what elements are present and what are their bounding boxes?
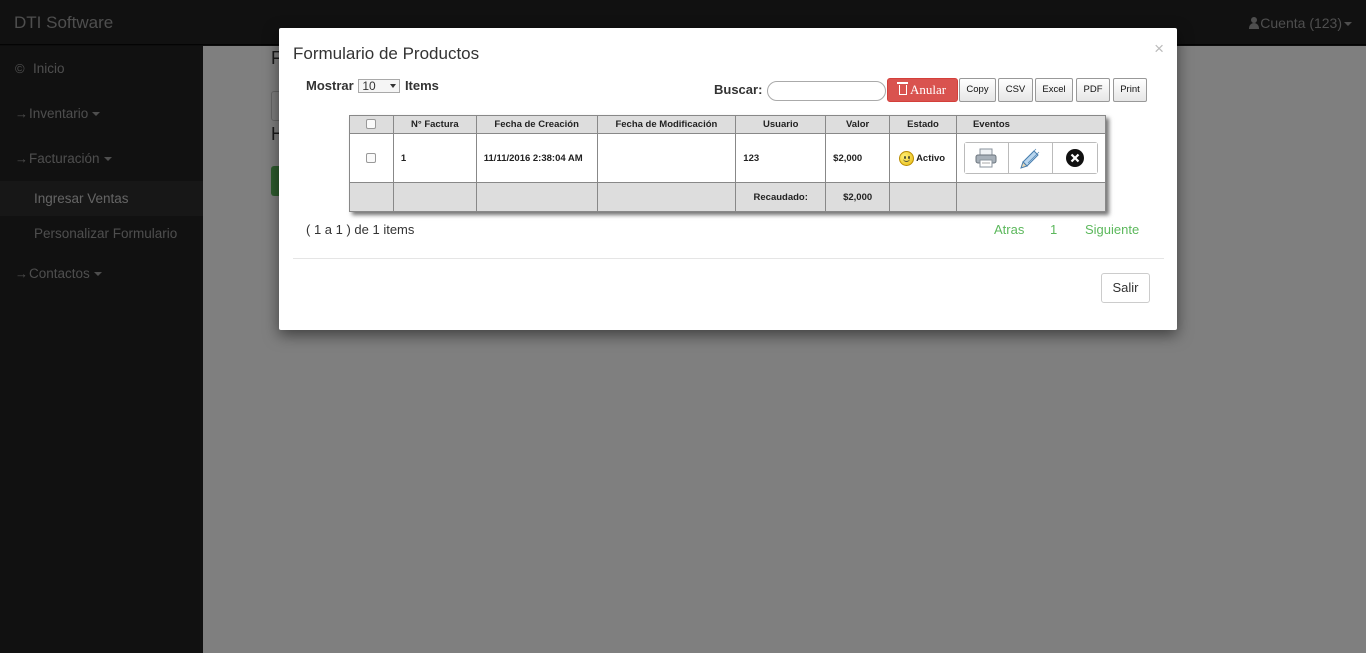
column-header[interactable]: Fecha de Creación bbox=[475, 115, 598, 134]
csv-button[interactable]: CSV bbox=[998, 78, 1033, 102]
anular-label: Anular bbox=[909, 82, 947, 97]
page-length-control: Mostrar 10 Items bbox=[306, 78, 439, 93]
created-date-cell: 11/11/2016 2:38:04 AM bbox=[475, 133, 598, 183]
column-header[interactable]: N° Factura bbox=[392, 115, 477, 134]
search-input[interactable] bbox=[767, 81, 886, 101]
column-header[interactable]: Fecha de Modificación bbox=[596, 115, 737, 134]
edit-row-button[interactable] bbox=[1008, 143, 1053, 173]
items-label: Items bbox=[404, 78, 439, 93]
table-header-row: N° Factura Fecha de Creación Fecha de Mo… bbox=[349, 115, 1107, 134]
invoice-number-cell: 1 bbox=[392, 133, 477, 183]
status-cell: Activo bbox=[889, 133, 957, 183]
pagination-info: ( 1 a 1 ) de 1 items bbox=[306, 222, 415, 237]
user-cell: 123 bbox=[735, 133, 827, 183]
column-header[interactable]: Estado bbox=[889, 115, 957, 134]
pagination-next-link[interactable]: Siguiente bbox=[1085, 222, 1139, 237]
search-label: Buscar: bbox=[714, 82, 763, 97]
column-header[interactable]: Usuario bbox=[735, 115, 827, 134]
table-row[interactable]: 1 11/11/2016 2:38:04 AM 123 $2,000 Activ… bbox=[349, 133, 1107, 183]
row-checkbox[interactable] bbox=[366, 152, 377, 163]
column-header: Eventos bbox=[955, 115, 1107, 134]
row-actions bbox=[963, 142, 1098, 174]
show-label: Mostrar bbox=[306, 78, 354, 93]
invoices-table: N° Factura Fecha de Creación Fecha de Mo… bbox=[349, 115, 1107, 212]
modal-title: Formulario de Productos bbox=[293, 44, 480, 63]
select-all-checkbox[interactable] bbox=[366, 119, 377, 130]
smiley-icon bbox=[899, 150, 915, 166]
printer-icon bbox=[975, 148, 997, 168]
close-circle-icon bbox=[1065, 149, 1084, 167]
exit-button[interactable]: Salir bbox=[1101, 273, 1150, 303]
pagination-page-link[interactable]: 1 bbox=[1050, 222, 1057, 237]
row-select-cell bbox=[349, 133, 394, 183]
excel-button[interactable]: Excel bbox=[1035, 78, 1073, 102]
close-icon[interactable]: × bbox=[1154, 39, 1164, 59]
modified-date-cell bbox=[596, 133, 737, 183]
delete-row-button[interactable] bbox=[1052, 143, 1097, 173]
products-modal: Formulario de Productos × Mostrar 10 Ite… bbox=[279, 28, 1177, 330]
status-label: Activo bbox=[916, 152, 946, 164]
print-row-button[interactable] bbox=[964, 143, 1009, 173]
select-all-header bbox=[349, 115, 394, 134]
copy-button[interactable]: Copy bbox=[959, 78, 996, 102]
events-cell bbox=[955, 133, 1107, 183]
print-button[interactable]: Print bbox=[1113, 78, 1147, 102]
chevron-down-icon bbox=[390, 84, 397, 88]
pdf-button[interactable]: PDF bbox=[1076, 78, 1110, 102]
modal-footer-divider bbox=[293, 258, 1164, 259]
column-header[interactable]: Valor bbox=[825, 115, 891, 134]
pencil-icon bbox=[1020, 148, 1040, 169]
table-footer-row: Recaudado: $2,000 bbox=[349, 182, 1107, 212]
total-value: $2,000 bbox=[825, 182, 891, 212]
value-cell: $2,000 bbox=[825, 133, 891, 183]
page-length-value: 10 bbox=[362, 79, 376, 93]
anular-button[interactable]: Anular bbox=[887, 78, 958, 102]
total-label: Recaudado: bbox=[735, 182, 827, 212]
pagination-prev-link[interactable]: Atras bbox=[994, 222, 1024, 237]
page-length-select[interactable]: 10 bbox=[358, 79, 401, 93]
trash-icon bbox=[896, 82, 908, 95]
